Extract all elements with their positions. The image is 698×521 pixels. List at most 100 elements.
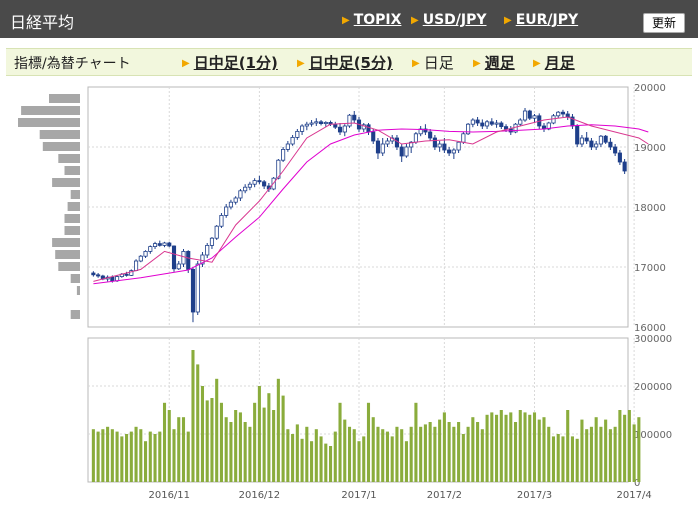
volume-bar: [428, 422, 432, 482]
volume-bar: [125, 434, 129, 482]
candle-body: [575, 125, 580, 145]
candle-body: [152, 243, 158, 248]
volume-profile-bar: [67, 202, 80, 211]
volume-profile-bar: [70, 274, 80, 283]
volume-bar: [295, 424, 299, 482]
volume-bar: [172, 429, 176, 482]
x-tick-label: 2017/1: [341, 490, 376, 501]
volume-bar: [390, 436, 394, 482]
volume-bar: [556, 434, 560, 482]
candle-body: [617, 152, 622, 163]
volume-profile-bar: [18, 118, 80, 127]
stock-chart: 2000019000180001700016000300000200000100…: [18, 83, 672, 501]
volume-bar: [91, 429, 95, 482]
volume-bar: [276, 378, 280, 482]
candle-body: [157, 243, 162, 246]
volume-bar: [139, 429, 143, 482]
link-usd-jpy[interactable]: ▶ USD/JPY: [411, 12, 487, 28]
volume-bar: [409, 426, 413, 482]
volume-profile-bar: [76, 286, 80, 295]
volume-bar: [338, 402, 342, 482]
tab-label: 日中足(1分): [193, 54, 278, 72]
candle-body: [181, 250, 186, 265]
candle-body: [622, 161, 627, 172]
volume-bar: [362, 436, 366, 482]
volume-bar: [205, 400, 209, 482]
candle-body: [257, 180, 262, 183]
candle-body: [589, 140, 594, 148]
candle-body: [110, 276, 115, 282]
candle-body: [195, 263, 200, 313]
refresh-button[interactable]: 更新: [643, 13, 685, 33]
candle-body: [594, 143, 599, 148]
tab-label: 日中足(5分): [308, 54, 393, 72]
volume-bar: [343, 419, 347, 482]
volume-tick-label: 300000: [634, 334, 672, 345]
arrow-right-icon: ▶: [182, 58, 190, 69]
arrow-right-icon: ▶: [412, 58, 420, 69]
candle-body: [186, 250, 191, 270]
link-topix[interactable]: ▶ TOPIX: [342, 12, 401, 28]
volume-bar: [599, 426, 603, 482]
volume-bar: [513, 422, 518, 482]
candle-body: [347, 114, 352, 127]
volume-bar: [219, 402, 223, 482]
volume-bar: [376, 426, 380, 482]
arrow-right-icon: ▶: [297, 58, 305, 69]
volume-bar: [314, 429, 318, 482]
volume-bar: [594, 417, 598, 482]
volume-bar: [381, 429, 385, 482]
candle-body: [437, 143, 442, 148]
candle-body: [413, 133, 418, 143]
candle-body: [342, 125, 347, 133]
volume-bar: [272, 410, 276, 482]
tab-intraday-5min[interactable]: ▶ 日中足(5分): [297, 52, 393, 73]
volume-bar: [400, 429, 404, 482]
candle-body: [461, 133, 466, 143]
candle-body: [556, 111, 561, 117]
volume-bar: [438, 419, 442, 482]
arrow-right-icon: ▶: [504, 15, 512, 26]
volume-bar: [385, 431, 390, 482]
volume-bar: [215, 378, 219, 482]
price-tick-label: 19000: [634, 143, 666, 154]
subnav-label: 指標/為替チャート: [14, 56, 131, 72]
volume-bar: [153, 434, 157, 482]
volume-bar: [542, 417, 546, 482]
candle-body: [290, 137, 295, 145]
candle-body: [167, 242, 172, 247]
volume-bar: [110, 429, 114, 482]
candle-body: [148, 246, 153, 252]
candle-body: [337, 126, 343, 133]
candle-body: [238, 190, 243, 199]
price-tick-label: 16000: [634, 323, 666, 334]
volume-bar: [129, 431, 133, 482]
candle-body: [527, 110, 532, 119]
candle-body: [209, 237, 215, 246]
tab-monthly[interactable]: ▶ 月足: [533, 52, 575, 73]
volume-bar: [229, 422, 233, 482]
candle-body: [532, 115, 537, 119]
volume-bar: [243, 422, 247, 482]
volume-bar: [632, 424, 636, 482]
candle-body: [219, 214, 224, 227]
volume-bar: [447, 422, 451, 482]
volume-bar: [134, 426, 138, 482]
volume-bar: [324, 443, 328, 482]
tab-weekly[interactable]: ▶ 週足: [473, 52, 515, 73]
candle-body: [205, 244, 210, 256]
volume-bar: [499, 410, 503, 482]
tab-intraday-1min[interactable]: ▶ 日中足(1分): [182, 52, 278, 73]
volume-bar: [613, 426, 617, 482]
link-eur-jpy[interactable]: ▶ EUR/JPY: [504, 12, 578, 28]
volume-bar: [423, 424, 427, 482]
arrow-right-icon: ▶: [533, 58, 541, 69]
candle-body: [333, 123, 338, 128]
volume-bar: [580, 419, 584, 482]
volume-bar: [442, 412, 446, 482]
volume-bar: [347, 426, 352, 482]
candle-body: [385, 140, 390, 145]
volume-profile-bar: [70, 310, 80, 319]
candle-body: [143, 250, 148, 257]
volume-bar: [414, 402, 418, 482]
